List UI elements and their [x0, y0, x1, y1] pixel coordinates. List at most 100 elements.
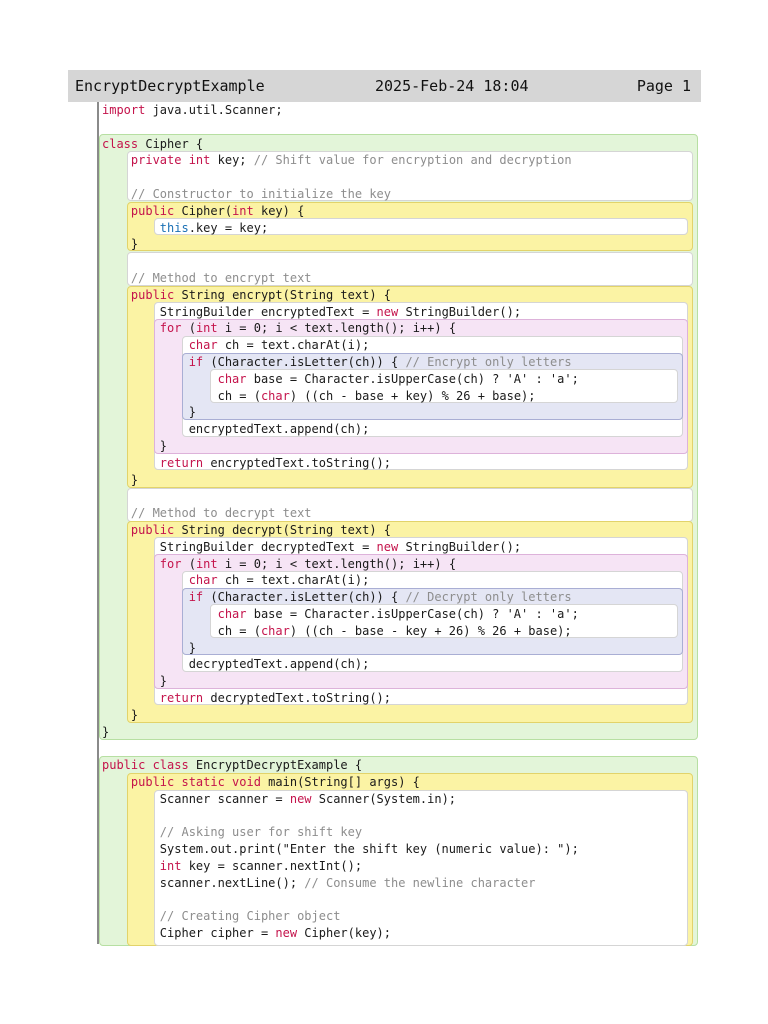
code-text: key) { [253, 203, 305, 218]
code-line: Scanner scanner = new Scanner(System.in)… [102, 791, 456, 808]
code-text: ch = ( [102, 623, 261, 638]
code-line: char ch = text.charAt(i); [102, 337, 370, 354]
code-text: key; [210, 153, 254, 168]
code-keyword: int [195, 556, 218, 571]
code-text: } [102, 707, 139, 722]
code-keyword: new [289, 791, 312, 806]
code-keyword: if [188, 590, 204, 605]
code-text: ch = text.charAt(i); [217, 573, 370, 588]
code-printout-page: EncryptDecryptExample 2025-Feb-24 18:04 … [0, 0, 768, 1024]
code-keyword: new [376, 539, 399, 554]
code-text: String encrypt(String text) { [174, 287, 392, 302]
code-line: if (Character.isLetter(ch)) { // Decrypt… [102, 589, 572, 606]
code-comment: // Creating Cipher object [159, 909, 341, 924]
code-line: // Method to encrypt text [102, 270, 312, 287]
code-text: encryptedText.append(ch); [102, 422, 370, 437]
code-line: // Creating Cipher object [102, 908, 341, 925]
code-keyword: char [260, 623, 290, 638]
code-text: key = scanner.nextInt(); [181, 859, 363, 873]
code-text: } [102, 724, 110, 739]
code-comment: // Method to decrypt text [130, 506, 312, 521]
code-keyword: this [159, 220, 189, 235]
code-line: // Asking user for shift key [102, 824, 362, 841]
code-text: encryptedText.toString(); [203, 455, 391, 470]
code-line: // Constructor to initialize the key [102, 186, 391, 203]
code-line: public Cipher(int key) { [102, 203, 304, 220]
code-text: Scanner scanner = [102, 791, 290, 806]
code-line: char ch = text.charAt(i); [102, 572, 370, 589]
code-line: private int key; // Shift value for encr… [102, 152, 572, 169]
code-text: main(String[] args) { [260, 775, 420, 789]
code-text: } [102, 439, 168, 453]
code-comment: // Method to encrypt text [130, 271, 312, 285]
code-text: java.util.Scanner; [145, 103, 283, 117]
code-text: Cipher(key); [297, 926, 391, 941]
code-text: } [102, 472, 139, 487]
code-keyword: char [217, 607, 247, 621]
code-text: StringBuilder(); [398, 304, 522, 319]
code-comment: // Encrypt only letters [405, 355, 572, 369]
code-text: StringBuilder(); [398, 539, 522, 554]
code-line: } [102, 673, 167, 690]
code-line: public String encrypt(String text) { [102, 287, 391, 304]
code-text: i = 0; i < text.length(); i++) { [217, 556, 457, 571]
code-line: StringBuilder decryptedText = new String… [102, 539, 521, 556]
code-text: .key = key; [188, 220, 269, 235]
code-keyword: public [130, 287, 175, 302]
code-text: System.out.print("Enter the shift key (n… [102, 842, 579, 857]
code-line: char base = Character.isUpperCase(ch) ? … [102, 606, 579, 623]
code-line: System.out.print("Enter the shift key (n… [102, 841, 579, 858]
code-comment: // Decrypt only letters [405, 590, 572, 605]
code-keyword: new [376, 304, 399, 319]
code-text: } [102, 405, 196, 420]
code-keyword: char [188, 573, 218, 588]
code-line: for (int i = 0; i < text.length(); i++) … [102, 320, 456, 337]
code-line: } [102, 472, 138, 489]
code-text: ch = text.charAt(i); [217, 338, 370, 353]
code-keyword: public [130, 203, 175, 218]
code-line: } [102, 404, 196, 421]
code-text: StringBuilder decryptedText = [102, 539, 377, 554]
code-text: EncryptDecryptExample { [188, 758, 363, 773]
code-line: import java.util.Scanner; [102, 102, 283, 119]
code-comment: // Asking user for shift key [159, 825, 363, 840]
code-comment: // Constructor to initialize the key [130, 187, 391, 201]
code-line: Cipher cipher = new Cipher(key); [102, 925, 391, 942]
code-text: String decrypt(String text) { [174, 523, 392, 537]
code-line: if (Character.isLetter(ch)) { // Encrypt… [102, 354, 572, 371]
code-text: Cipher( [174, 203, 233, 218]
code-line: StringBuilder encryptedText = new String… [102, 304, 521, 321]
code-text: } [102, 237, 139, 252]
code-keyword: public [130, 523, 175, 537]
code-text: ( [181, 556, 196, 571]
code-line: char base = Character.isUpperCase(ch) ? … [102, 371, 579, 388]
code-keyword: private int [130, 153, 211, 168]
code-line: scanner.nextLine(); // Consume the newli… [102, 875, 536, 892]
code-keyword: return [159, 691, 204, 705]
code-comment: // Consume the newline character [304, 875, 536, 890]
code-text: decryptedText.append(ch); [102, 657, 370, 672]
code-line: } [102, 236, 138, 253]
code-text: base = Character.isUpperCase(ch) ? 'A' :… [246, 371, 579, 386]
code-keyword: class [102, 136, 139, 151]
code-line: int key = scanner.nextInt(); [102, 858, 362, 875]
code-text: i = 0; i < text.length(); i++) { [217, 321, 457, 336]
code-text: Cipher cipher = [102, 926, 276, 941]
code-text: (Character.isLetter(ch)) { [203, 355, 406, 369]
code-keyword: for [159, 321, 182, 336]
